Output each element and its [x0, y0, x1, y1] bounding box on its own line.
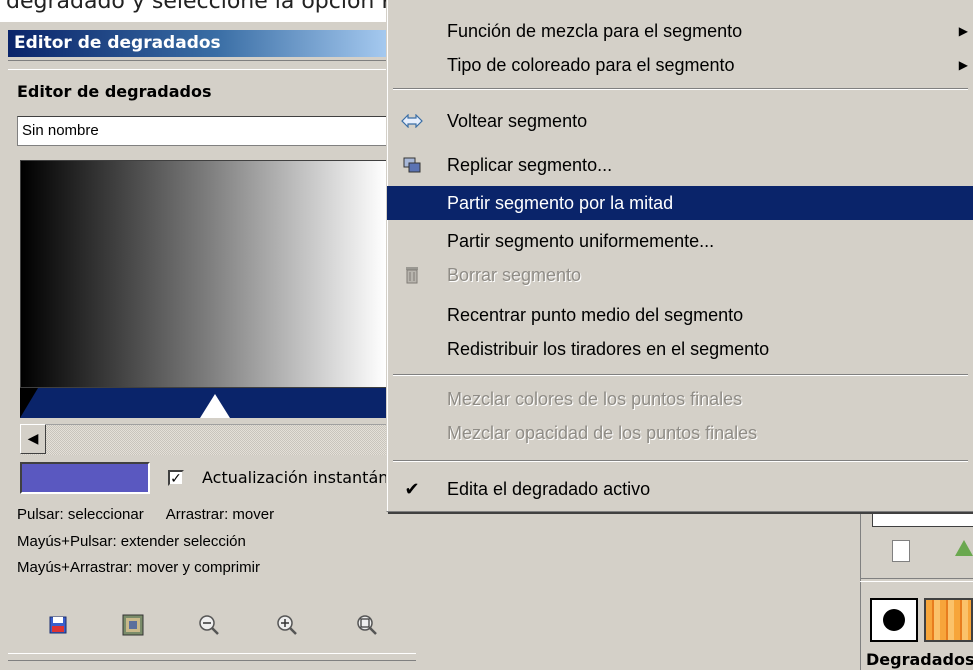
menu-item-coloring-type[interactable]: Tipo de coloreado para el segmento ▶	[387, 48, 973, 82]
menu-item-label: Mezclar opacidad de los puntos finales	[447, 423, 758, 443]
gradient-preview[interactable]	[20, 160, 386, 388]
segment-context-menu: Función de mezcla para el segmento ▶ Tip…	[386, 0, 973, 512]
gradient-pattern-icon	[122, 614, 144, 636]
zoom-in-button[interactable]	[274, 612, 300, 638]
hint-shift-drag: Mayús+Arrastrar: mover y comprimir	[17, 559, 260, 576]
zoom-in-icon	[277, 615, 297, 635]
menu-separator	[393, 88, 968, 90]
dock-bottom-bevel	[8, 653, 416, 661]
left-endpoint-handle[interactable]	[20, 388, 38, 418]
dock-separator	[8, 60, 388, 70]
hint-shift-click: Mayús+Pulsar: extender selección	[17, 533, 246, 550]
zoom-all-button[interactable]	[354, 612, 380, 638]
midpoint-handle[interactable]	[200, 394, 230, 418]
color-swatch[interactable]	[20, 462, 150, 494]
submenu-arrow-icon: ▶	[958, 24, 968, 38]
menu-item-blend-endpoint-opacity[interactable]: Mezclar opacidad de los puntos finales	[387, 416, 973, 450]
pattern-thumbnail[interactable]	[924, 598, 973, 642]
menu-item-label: Partir segmento uniformemente...	[447, 231, 715, 251]
brush-thumbnail[interactable]	[870, 598, 918, 642]
right-dock-separator	[860, 578, 973, 582]
trash-icon	[401, 265, 423, 285]
checkmark-icon: ✔	[404, 479, 420, 499]
flip-arrows-icon	[401, 111, 423, 131]
menu-item-label: Borrar segmento	[447, 265, 582, 285]
menu-item-edit-active-gradient[interactable]: ✔ Edita el degradado activo	[387, 472, 973, 506]
gradient-pattern-button[interactable]	[120, 612, 146, 638]
hint-click: Pulsar: seleccionar	[17, 506, 144, 523]
save-icon	[49, 616, 67, 634]
instant-update-checkbox[interactable]: ✓	[168, 470, 184, 486]
checkmark-icon: ✓	[170, 471, 182, 487]
menu-item-label: Voltear segmento	[447, 111, 588, 131]
menu-separator	[393, 374, 968, 376]
menu-item-blend-endpoint-colors[interactable]: Mezclar colores de los puntos finales	[387, 382, 973, 416]
zoom-out-icon	[199, 615, 219, 635]
submenu-arrow-icon: ▶	[958, 58, 968, 72]
save-button[interactable]	[45, 612, 71, 638]
hint-click-drag: Pulsar: seleccionar Arrastrar: mover	[17, 506, 274, 523]
menu-item-split-uniform[interactable]: Partir segmento uniformemente...	[387, 224, 973, 258]
menu-item-split-midpoint[interactable]: Partir segmento por la mitad	[387, 186, 973, 220]
zoom-all-icon	[357, 615, 377, 635]
gradients-tab-label: Degradados	[866, 650, 973, 669]
scroll-left-button[interactable]: ◀	[20, 424, 46, 454]
segment-control-bar[interactable]	[20, 388, 386, 418]
menu-item-label: Recentrar punto medio del segmento	[447, 305, 744, 325]
horizontal-scrollbar[interactable]	[20, 424, 386, 455]
dock-title-bar[interactable]: Editor de degradados	[8, 30, 388, 57]
hint-drag: Arrastrar: mover	[165, 506, 275, 523]
zoom-out-button[interactable]	[196, 612, 222, 638]
arrow-up-icon[interactable]	[955, 540, 973, 556]
replicate-icon	[401, 155, 423, 175]
menu-item-label: Partir segmento por la mitad	[447, 193, 674, 213]
menu-item-label: Tipo de coloreado para el segmento	[447, 55, 735, 75]
menu-item-blend-function[interactable]: Función de mezcla para el segmento ▶	[387, 14, 973, 48]
brush-dot-icon	[883, 609, 905, 631]
gradient-name-input[interactable]: Sin nombre	[17, 116, 397, 146]
menu-item-label: Función de mezcla para el segmento	[447, 21, 743, 41]
menu-item-label: Edita el degradado activo	[447, 479, 651, 499]
instant-update-label: Actualización instantánea	[202, 468, 388, 487]
page-caption: degradado y seleccione la opción Partir …	[6, 0, 396, 14]
menu-item-label: Redistribuir los tiradores en el segment…	[447, 339, 770, 359]
menu-item-flip-segment[interactable]: Voltear segmento	[387, 104, 973, 138]
menu-separator	[393, 460, 968, 462]
menu-item-recenter-midpoint[interactable]: Recentrar punto medio del segmento	[387, 298, 973, 332]
menu-item-label: Replicar segmento...	[447, 155, 613, 175]
menu-item-label: Mezclar colores de los puntos finales	[447, 389, 743, 409]
document-icon[interactable]	[892, 540, 910, 562]
chevron-left-icon: ◀	[27, 431, 39, 447]
menu-item-replicate-segment[interactable]: Replicar segmento...	[387, 148, 973, 182]
editor-heading: Editor de degradados	[17, 82, 212, 101]
menu-item-redistribute-handles[interactable]: Redistribuir los tiradores en el segment…	[387, 332, 973, 366]
menu-item-delete-segment[interactable]: Borrar segmento	[387, 258, 973, 292]
